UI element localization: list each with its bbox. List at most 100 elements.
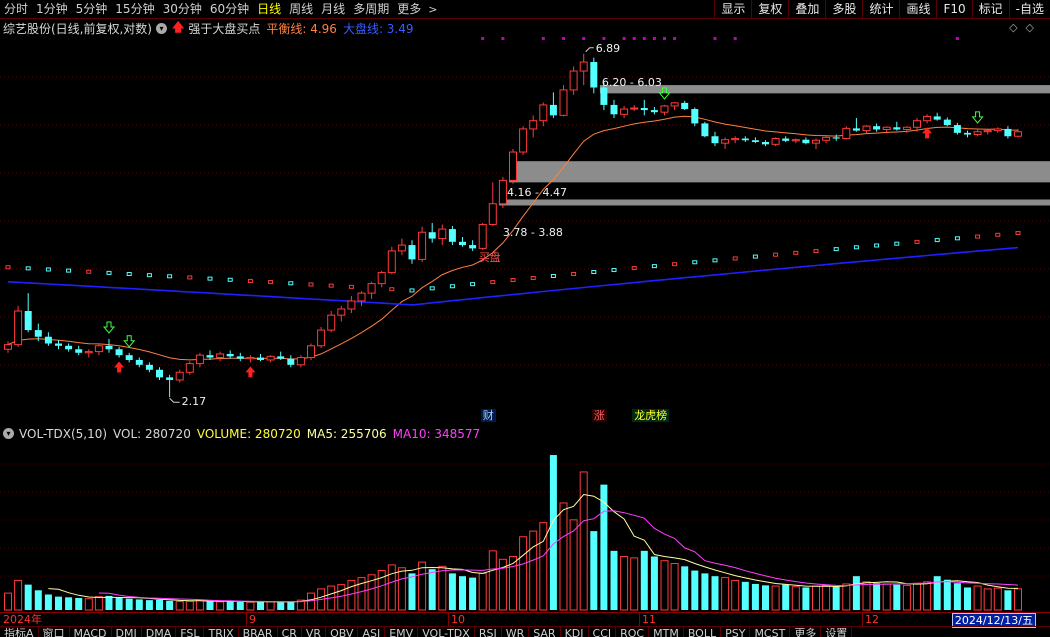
volume-bar [1004, 590, 1012, 610]
indicator-tab[interactable]: TRIX [204, 627, 239, 637]
event-finance-tag[interactable]: 财 [480, 409, 496, 422]
indicator-tab[interactable]: FSL [176, 627, 205, 637]
candle-body [357, 292, 366, 302]
indicator-tab[interactable]: ROC [616, 627, 650, 637]
volume-bar [569, 519, 578, 611]
buy-arrow-icon: 🡅 [172, 19, 185, 34]
candle-body [964, 132, 971, 135]
market-marker [651, 264, 657, 269]
volume-svg[interactable] [0, 442, 1050, 612]
market-marker [106, 270, 112, 275]
volume-bar [711, 576, 719, 610]
period-item[interactable]: 更多 [393, 0, 425, 19]
formula-dropdown-icon[interactable]: ▾ [156, 22, 167, 34]
indicator-tab[interactable]: RSI [475, 627, 502, 637]
volume-dropdown-icon[interactable]: ▾ [3, 428, 14, 439]
period-item[interactable]: 分时 [0, 0, 32, 19]
candle-body [509, 151, 517, 181]
volume-bar [610, 550, 618, 610]
chart-nav-icons[interactable]: ◇◇ [1009, 21, 1042, 34]
candle-body [791, 139, 800, 142]
market-marker [328, 283, 334, 288]
signal-dot [652, 37, 656, 40]
event-limit-up-tag[interactable]: 涨 [591, 409, 607, 422]
toolbar-tool[interactable]: 显示 [714, 0, 751, 19]
period-item[interactable]: 1分钟 [32, 0, 72, 19]
indicator-tab[interactable]: SAR [529, 627, 561, 637]
candle-body [408, 245, 416, 260]
low-leader [169, 397, 180, 403]
toolbar-tool[interactable]: F10 [936, 0, 971, 19]
indicator-tab[interactable]: BOLL [684, 627, 722, 637]
period-item[interactable]: 多周期 [349, 0, 393, 19]
gap3-label: 3.78 - 3.88 [502, 226, 563, 240]
candle-body [579, 61, 588, 72]
period-item[interactable]: 5分钟 [72, 0, 112, 19]
period-item[interactable]: 60分钟 [206, 0, 253, 19]
volume-chart[interactable] [0, 442, 1050, 612]
stock-title[interactable]: 综艺股份(日线,前复权,对数) [3, 20, 152, 37]
sell-arrow-icon [102, 321, 116, 334]
indicator-tab[interactable]: EMV [385, 627, 419, 637]
toolbar-tool[interactable]: 叠加 [788, 0, 825, 19]
indicator-tab[interactable]: 更多 [790, 627, 822, 637]
toolbar-tool[interactable]: -自选 [1008, 0, 1050, 19]
indicator-tab[interactable]: WR [502, 627, 530, 637]
candle-body [569, 70, 578, 91]
indicator-tab[interactable]: BRAR [239, 627, 278, 637]
indicator-tab[interactable]: MACD [70, 627, 112, 637]
date-label-11: 11 [642, 613, 656, 626]
volume-bar [469, 577, 477, 610]
event-dragon-tiger-tag[interactable]: 龙虎榜 [632, 409, 670, 422]
indicator-tab[interactable]: 窗口 [39, 627, 70, 637]
indicator-tab[interactable]: VOL-TDX [418, 627, 475, 637]
indicator-tab[interactable]: VR [302, 627, 327, 637]
indicator-tab[interactable]: 指标A [0, 627, 39, 637]
candle-body [377, 272, 386, 285]
candle-body [257, 357, 264, 360]
candle-body [236, 356, 244, 359]
indicator-tab[interactable]: DMI [112, 627, 142, 637]
indicator-tab[interactable]: CR [278, 627, 302, 637]
indicator-tab[interactable]: 设置 [821, 627, 853, 637]
market-marker [1015, 231, 1021, 236]
toolbar-tool[interactable]: 画线 [899, 0, 936, 19]
candle-body [751, 140, 759, 142]
indicator-tab[interactable]: OBV [326, 627, 359, 637]
volume-bar [418, 561, 427, 611]
signal-dot [602, 37, 606, 40]
indicator-tab[interactable]: KDJ [561, 627, 589, 637]
market-marker [752, 254, 758, 259]
toolbar-tool[interactable]: 标记 [971, 0, 1009, 19]
sell-arrow-icon [971, 111, 984, 124]
toolbar-tool[interactable]: 统计 [862, 0, 899, 19]
indicator-tab[interactable]: PSY [721, 627, 751, 637]
signal-dot [562, 37, 565, 40]
volume-bar [175, 601, 184, 611]
indicator-tab[interactable]: MCST [750, 627, 791, 637]
candle-body [600, 87, 608, 105]
period-item[interactable]: 15分钟 [111, 0, 158, 19]
candle-body [923, 115, 932, 122]
volume-bar [771, 585, 780, 611]
period-item[interactable]: 日线 [253, 0, 285, 19]
volume-indicator-name[interactable]: VOL-TDX(5,10) [19, 427, 107, 441]
candle-body [670, 102, 679, 107]
candle-body [84, 351, 93, 354]
market-marker [894, 241, 900, 246]
indicator-tab[interactable]: CCI [589, 627, 617, 637]
candle-body [115, 349, 123, 356]
toolbar-tool[interactable]: 复权 [751, 0, 788, 19]
candlestick-chart[interactable]: 6.89 6.20 - 6.03 4.16 - 4.47 3.78 - 3.88… [0, 37, 1050, 425]
signal-dot [955, 37, 959, 40]
volume-bar [24, 584, 32, 610]
indicator-tab[interactable]: DMA [142, 627, 177, 637]
period-item[interactable]: 周线 [285, 0, 317, 19]
indicator-tab[interactable]: MTM [649, 627, 684, 637]
candle-body [539, 104, 548, 122]
period-item[interactable]: 月线 [317, 0, 349, 19]
toolbar-tool[interactable]: 多股 [825, 0, 862, 19]
indicator-tab[interactable]: ASI [358, 627, 386, 637]
period-item[interactable]: 30分钟 [159, 0, 206, 19]
more-chevron-icon[interactable]: > [428, 3, 437, 16]
